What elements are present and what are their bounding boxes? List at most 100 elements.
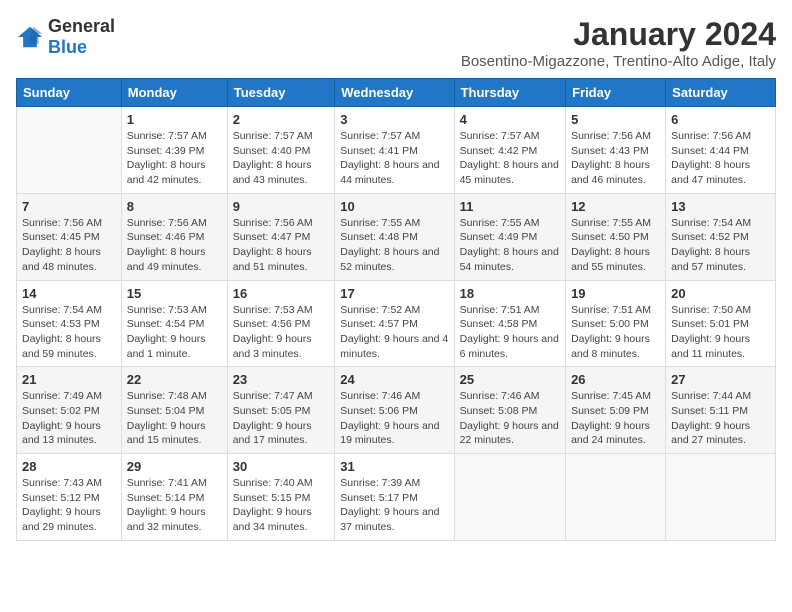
day-number: 17 (340, 286, 448, 301)
day-info: Sunrise: 7:54 AMSunset: 4:52 PMDaylight:… (671, 216, 770, 275)
calendar-cell: 11 Sunrise: 7:55 AMSunset: 4:49 PMDayligh… (454, 193, 565, 280)
day-info: Sunrise: 7:49 AMSunset: 5:02 PMDaylight:… (22, 389, 116, 448)
header-cell-sunday: Sunday (17, 79, 122, 107)
day-info: Sunrise: 7:53 AMSunset: 4:54 PMDaylight:… (127, 303, 222, 362)
logo: General Blue (16, 16, 115, 58)
calendar-cell: 29 Sunrise: 7:41 AMSunset: 5:14 PMDayligh… (121, 454, 227, 541)
day-number: 8 (127, 199, 222, 214)
calendar-cell (454, 454, 565, 541)
header-row: SundayMondayTuesdayWednesdayThursdayFrid… (17, 79, 776, 107)
calendar-cell: 3 Sunrise: 7:57 AMSunset: 4:41 PMDaylight… (335, 107, 454, 194)
day-info: Sunrise: 7:40 AMSunset: 5:15 PMDaylight:… (233, 476, 330, 535)
week-row: 28Sunrise: 7:43 AMSunset: 5:12 PMDayligh… (17, 454, 776, 541)
day-number: 30 (233, 459, 330, 474)
calendar-cell: 25 Sunrise: 7:46 AMSunset: 5:08 PMDayligh… (454, 367, 565, 454)
day-number: 25 (460, 372, 560, 387)
calendar-cell: 1Sunrise: 7:57 AMSunset: 4:39 PMDaylight… (121, 107, 227, 194)
day-number: 6 (671, 112, 770, 127)
day-info: Sunrise: 7:50 AMSunset: 5:01 PMDaylight:… (671, 303, 770, 362)
calendar-cell: 19Sunrise: 7:51 AMSunset: 5:00 PMDayligh… (566, 280, 666, 367)
calendar-cell: 14Sunrise: 7:54 AMSunset: 4:53 PMDayligh… (17, 280, 122, 367)
week-row: 21Sunrise: 7:49 AMSunset: 5:02 PMDayligh… (17, 367, 776, 454)
day-number: 24 (340, 372, 448, 387)
title-area: January 2024 Bosentino-Migazzone, Trenti… (461, 16, 776, 70)
calendar-cell: 26 Sunrise: 7:45 AMSunset: 5:09 PMDayligh… (566, 367, 666, 454)
calendar-cell: 24Sunrise: 7:46 AMSunset: 5:06 PMDayligh… (335, 367, 454, 454)
day-info: Sunrise: 7:48 AMSunset: 5:04 PMDaylight:… (127, 389, 222, 448)
calendar-cell: 13 Sunrise: 7:54 AMSunset: 4:52 PMDayligh… (666, 193, 776, 280)
calendar-cell: 22 Sunrise: 7:48 AMSunset: 5:04 PMDayligh… (121, 367, 227, 454)
day-info: Sunrise: 7:57 AMSunset: 4:39 PMDaylight:… (127, 129, 222, 188)
calendar-cell: 30 Sunrise: 7:40 AMSunset: 5:15 PMDayligh… (227, 454, 335, 541)
calendar-cell (17, 107, 122, 194)
week-row: 14Sunrise: 7:54 AMSunset: 4:53 PMDayligh… (17, 280, 776, 367)
header-cell-tuesday: Tuesday (227, 79, 335, 107)
logo-blue: Blue (48, 37, 87, 57)
day-number: 3 (340, 112, 448, 127)
day-info: Sunrise: 7:52 AMSunset: 4:57 PMDaylight:… (340, 303, 448, 362)
calendar-cell: 15 Sunrise: 7:53 AMSunset: 4:54 PMDayligh… (121, 280, 227, 367)
day-number: 13 (671, 199, 770, 214)
day-number: 11 (460, 199, 560, 214)
day-number: 15 (127, 286, 222, 301)
day-info: Sunrise: 7:47 AMSunset: 5:05 PMDaylight:… (233, 389, 330, 448)
day-info: Sunrise: 7:44 AMSunset: 5:11 PMDaylight:… (671, 389, 770, 448)
calendar-cell (566, 454, 666, 541)
calendar-cell: 4Sunrise: 7:57 AMSunset: 4:42 PMDaylight… (454, 107, 565, 194)
week-row: 1Sunrise: 7:57 AMSunset: 4:39 PMDaylight… (17, 107, 776, 194)
week-row: 7 Sunrise: 7:56 AMSunset: 4:45 PMDaylight… (17, 193, 776, 280)
calendar-cell (666, 454, 776, 541)
day-info: Sunrise: 7:56 AMSunset: 4:45 PMDaylight:… (22, 216, 116, 275)
logo-icon (16, 25, 44, 49)
calendar-cell: 31 Sunrise: 7:39 AMSunset: 5:17 PMDayligh… (335, 454, 454, 541)
day-number: 19 (571, 286, 660, 301)
day-number: 26 (571, 372, 660, 387)
calendar-cell: 16Sunrise: 7:53 AMSunset: 4:56 PMDayligh… (227, 280, 335, 367)
day-info: Sunrise: 7:56 AMSunset: 4:47 PMDaylight:… (233, 216, 330, 275)
calendar-cell: 9 Sunrise: 7:56 AMSunset: 4:47 PMDaylight… (227, 193, 335, 280)
calendar-cell: 27Sunrise: 7:44 AMSunset: 5:11 PMDayligh… (666, 367, 776, 454)
day-number: 23 (233, 372, 330, 387)
month-title: January 2024 (461, 16, 776, 53)
calendar-cell: 28Sunrise: 7:43 AMSunset: 5:12 PMDayligh… (17, 454, 122, 541)
day-info: Sunrise: 7:51 AMSunset: 4:58 PMDaylight:… (460, 303, 560, 362)
location-subtitle: Bosentino-Migazzone, Trentino-Alto Adige… (461, 53, 776, 70)
day-info: Sunrise: 7:55 AMSunset: 4:49 PMDaylight:… (460, 216, 560, 275)
day-info: Sunrise: 7:45 AMSunset: 5:09 PMDaylight:… (571, 389, 660, 448)
day-number: 12 (571, 199, 660, 214)
day-info: Sunrise: 7:55 AMSunset: 4:50 PMDaylight:… (571, 216, 660, 275)
calendar-cell: 5Sunrise: 7:56 AMSunset: 4:43 PMDaylight… (566, 107, 666, 194)
day-info: Sunrise: 7:55 AMSunset: 4:48 PMDaylight:… (340, 216, 448, 275)
logo-general: General (48, 16, 115, 36)
day-info: Sunrise: 7:41 AMSunset: 5:14 PMDaylight:… (127, 476, 222, 535)
day-number: 9 (233, 199, 330, 214)
calendar-cell: 18Sunrise: 7:51 AMSunset: 4:58 PMDayligh… (454, 280, 565, 367)
calendar-cell: 20Sunrise: 7:50 AMSunset: 5:01 PMDayligh… (666, 280, 776, 367)
day-info: Sunrise: 7:43 AMSunset: 5:12 PMDaylight:… (22, 476, 116, 535)
calendar-cell: 10 Sunrise: 7:55 AMSunset: 4:48 PMDayligh… (335, 193, 454, 280)
calendar-table: SundayMondayTuesdayWednesdayThursdayFrid… (16, 78, 776, 541)
day-info: Sunrise: 7:54 AMSunset: 4:53 PMDaylight:… (22, 303, 116, 362)
day-number: 7 (22, 199, 116, 214)
header-cell-friday: Friday (566, 79, 666, 107)
day-number: 10 (340, 199, 448, 214)
day-number: 31 (340, 459, 448, 474)
calendar-cell: 21Sunrise: 7:49 AMSunset: 5:02 PMDayligh… (17, 367, 122, 454)
day-info: Sunrise: 7:56 AMSunset: 4:44 PMDaylight:… (671, 129, 770, 188)
calendar-cell: 2Sunrise: 7:57 AMSunset: 4:40 PMDaylight… (227, 107, 335, 194)
header-cell-saturday: Saturday (666, 79, 776, 107)
calendar-cell: 6 Sunrise: 7:56 AMSunset: 4:44 PMDaylight… (666, 107, 776, 194)
header-cell-wednesday: Wednesday (335, 79, 454, 107)
day-info: Sunrise: 7:57 AMSunset: 4:42 PMDaylight:… (460, 129, 560, 188)
day-info: Sunrise: 7:46 AMSunset: 5:08 PMDaylight:… (460, 389, 560, 448)
calendar-cell: 12 Sunrise: 7:55 AMSunset: 4:50 PMDayligh… (566, 193, 666, 280)
day-number: 22 (127, 372, 222, 387)
day-number: 29 (127, 459, 222, 474)
header: General Blue January 2024 Bosentino-Miga… (16, 16, 776, 70)
day-number: 16 (233, 286, 330, 301)
day-info: Sunrise: 7:56 AMSunset: 4:43 PMDaylight:… (571, 129, 660, 188)
day-info: Sunrise: 7:39 AMSunset: 5:17 PMDaylight:… (340, 476, 448, 535)
header-cell-monday: Monday (121, 79, 227, 107)
day-info: Sunrise: 7:57 AMSunset: 4:41 PMDaylight:… (340, 129, 448, 188)
calendar-cell: 23 Sunrise: 7:47 AMSunset: 5:05 PMDayligh… (227, 367, 335, 454)
